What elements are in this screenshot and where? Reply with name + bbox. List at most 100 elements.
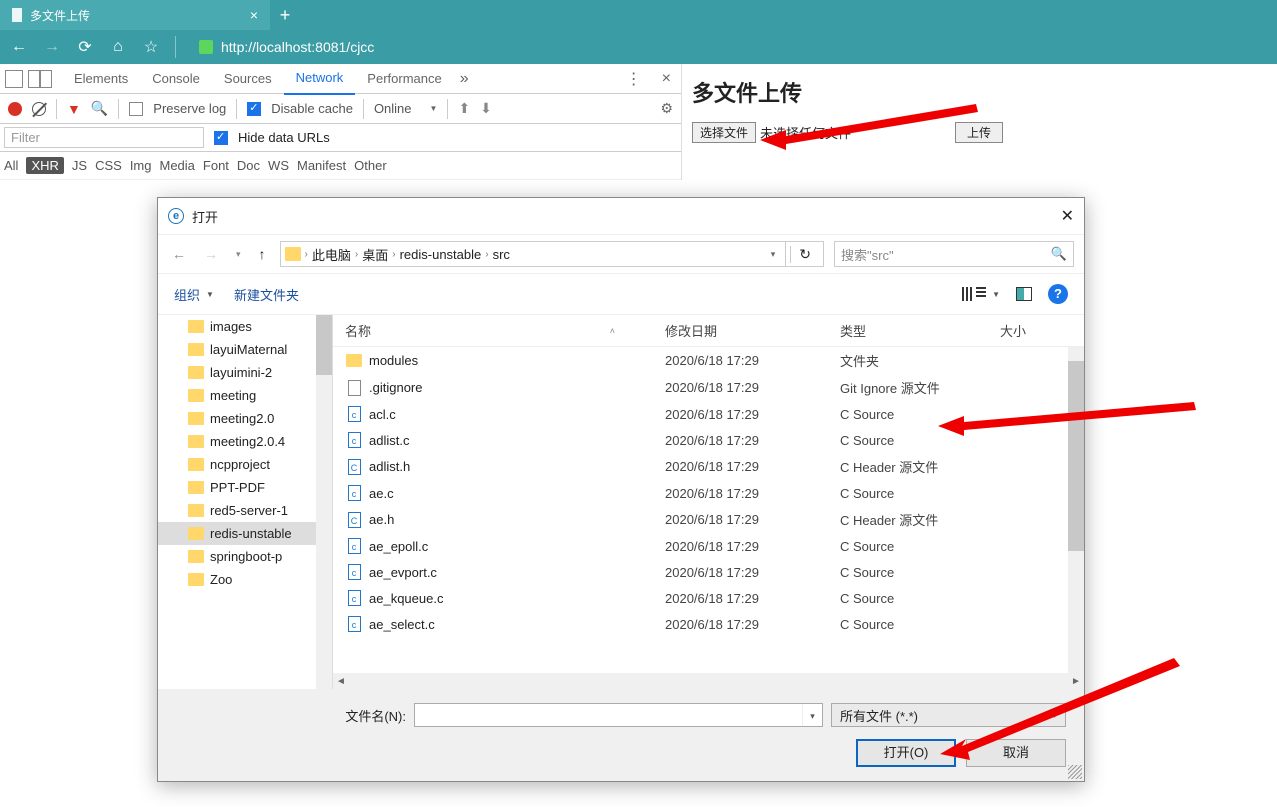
file-row[interactable]: cae_kqueue.c2020/6/18 17:29C Source: [333, 585, 1084, 611]
forward-button[interactable]: →: [43, 38, 61, 56]
tab-console[interactable]: Console: [140, 64, 212, 94]
devtools-close-icon[interactable]: ×: [652, 70, 681, 88]
filename-dropdown-icon[interactable]: ▾: [802, 704, 822, 726]
scroll-left-icon[interactable]: ◄: [333, 676, 349, 687]
choose-file-button[interactable]: 选择文件: [692, 122, 756, 143]
crumb[interactable]: src: [493, 247, 510, 262]
throttle-select[interactable]: Online ▼: [374, 101, 438, 116]
file-row[interactable]: cae_epoll.c2020/6/18 17:29C Source: [333, 533, 1084, 559]
type-filter-media[interactable]: Media: [159, 158, 194, 173]
help-icon[interactable]: ?: [1048, 284, 1068, 304]
tree-item[interactable]: ncpproject: [158, 453, 332, 476]
file-row[interactable]: Cae.h2020/6/18 17:29C Header 源文件: [333, 506, 1084, 533]
type-filter-font[interactable]: Font: [203, 158, 229, 173]
breadcrumb-dropdown-icon[interactable]: ▾: [765, 249, 782, 260]
tab-elements[interactable]: Elements: [62, 64, 140, 94]
browser-tab[interactable]: 多文件上传 ×: [0, 0, 270, 30]
file-row[interactable]: .gitignore2020/6/18 17:29Git Ignore 源文件: [333, 374, 1084, 401]
crumb[interactable]: redis-unstable: [400, 247, 482, 262]
filename-input[interactable]: ▾: [414, 703, 823, 727]
record-button[interactable]: [8, 102, 22, 116]
tree-item[interactable]: red5-server-1: [158, 499, 332, 522]
download-har-icon[interactable]: ⬇: [480, 100, 492, 117]
preview-pane-icon[interactable]: [1016, 287, 1032, 301]
favorites-button[interactable]: ☆: [142, 37, 160, 57]
organize-button[interactable]: 组织: [174, 285, 200, 304]
device-mode-icon[interactable]: [28, 70, 52, 88]
type-filter-img[interactable]: Img: [130, 158, 152, 173]
resize-grip-icon[interactable]: [1068, 765, 1082, 779]
new-folder-button[interactable]: 新建文件夹: [234, 285, 299, 304]
crumb[interactable]: 桌面: [362, 245, 388, 264]
hide-urls-checkbox[interactable]: [214, 131, 228, 145]
filter-icon[interactable]: ▼: [67, 101, 81, 117]
tree-item[interactable]: Zoo: [158, 568, 332, 591]
tree-item[interactable]: meeting2.0: [158, 407, 332, 430]
type-filter-xhr[interactable]: XHR: [26, 157, 63, 174]
organize-dropdown-icon[interactable]: ▼: [206, 290, 214, 299]
type-filter-doc[interactable]: Doc: [237, 158, 260, 173]
col-name[interactable]: 名称˄: [345, 321, 665, 340]
clear-button[interactable]: [32, 102, 46, 116]
upload-button[interactable]: 上传: [955, 122, 1003, 143]
col-date[interactable]: 修改日期: [665, 321, 840, 340]
file-row[interactable]: cadlist.c2020/6/18 17:29C Source: [333, 427, 1084, 453]
filter-input[interactable]: Filter: [4, 127, 204, 148]
tree-item[interactable]: layuimini-2: [158, 361, 332, 384]
view-mode-button[interactable]: [962, 287, 986, 301]
tree-item[interactable]: meeting: [158, 384, 332, 407]
upload-har-icon[interactable]: ⬆: [458, 100, 470, 117]
tree-item[interactable]: meeting2.0.4: [158, 430, 332, 453]
address-bar[interactable]: http://localhost:8081/cjcc: [199, 39, 374, 55]
tab-network[interactable]: Network: [284, 63, 356, 95]
type-filter-ws[interactable]: WS: [268, 158, 289, 173]
type-filter-other[interactable]: Other: [354, 158, 387, 173]
refresh-icon[interactable]: ↻: [790, 246, 819, 263]
file-row[interactable]: cae_select.c2020/6/18 17:29C Source: [333, 611, 1084, 637]
disable-cache-checkbox[interactable]: [247, 102, 261, 116]
file-row[interactable]: modules2020/6/18 17:29文件夹: [333, 347, 1084, 374]
search-icon[interactable]: 🔍: [1051, 246, 1067, 262]
scroll-right-icon[interactable]: ►: [1068, 676, 1084, 687]
type-filter-all[interactable]: All: [4, 158, 18, 173]
search-icon[interactable]: 🔍: [91, 100, 108, 117]
breadcrumb[interactable]: › 此电脑› 桌面› redis-unstable› src ▾ ↻: [280, 241, 824, 267]
open-button[interactable]: 打开(O): [856, 739, 956, 767]
settings-icon[interactable]: ⚙: [660, 100, 673, 117]
filetype-dropdown-icon[interactable]: ▾: [1052, 710, 1057, 721]
file-row[interactable]: Cadlist.h2020/6/18 17:29C Header 源文件: [333, 453, 1084, 480]
col-type[interactable]: 类型: [840, 321, 1000, 340]
type-filter-js[interactable]: JS: [72, 158, 87, 173]
col-size[interactable]: 大小: [1000, 321, 1026, 340]
reload-button[interactable]: ⟳: [76, 37, 94, 57]
folder-tree[interactable]: imageslayuiMaternallayuimini-2meetingmee…: [158, 315, 333, 689]
dialog-close-icon[interactable]: ✕: [1061, 206, 1074, 226]
new-tab-button[interactable]: +: [270, 5, 300, 26]
more-tabs-icon[interactable]: »: [460, 70, 469, 88]
file-row[interactable]: cae.c2020/6/18 17:29C Source: [333, 480, 1084, 506]
h-scrollbar[interactable]: ◄ ►: [333, 673, 1084, 689]
tree-item[interactable]: PPT-PDF: [158, 476, 332, 499]
tab-close-icon[interactable]: ×: [250, 7, 258, 23]
devtools-menu-icon[interactable]: ⋮: [616, 69, 652, 89]
tree-item[interactable]: redis-unstable: [158, 522, 332, 545]
tab-sources[interactable]: Sources: [212, 64, 284, 94]
nav-forward-icon[interactable]: →: [200, 246, 222, 262]
file-scroll-thumb[interactable]: [1068, 361, 1084, 551]
nav-back-icon[interactable]: ←: [168, 246, 190, 262]
tab-performance[interactable]: Performance: [355, 64, 453, 94]
preserve-log-checkbox[interactable]: [129, 102, 143, 116]
view-dropdown-icon[interactable]: ▼: [992, 290, 1000, 299]
tree-item[interactable]: layuiMaternal: [158, 338, 332, 361]
file-row[interactable]: cacl.c2020/6/18 17:29C Source: [333, 401, 1084, 427]
crumb[interactable]: 此电脑: [312, 245, 351, 264]
tree-scroll-thumb[interactable]: [316, 315, 332, 375]
file-list[interactable]: modules2020/6/18 17:29文件夹.gitignore2020/…: [333, 347, 1084, 673]
nav-up-icon[interactable]: ↑: [255, 246, 270, 262]
search-box[interactable]: 搜索"src" 🔍: [834, 241, 1074, 267]
inspect-element-icon[interactable]: [5, 70, 23, 88]
tree-item[interactable]: springboot-p: [158, 545, 332, 568]
tree-item[interactable]: images: [158, 315, 332, 338]
cancel-button[interactable]: 取消: [966, 739, 1066, 767]
file-row[interactable]: cae_evport.c2020/6/18 17:29C Source: [333, 559, 1084, 585]
